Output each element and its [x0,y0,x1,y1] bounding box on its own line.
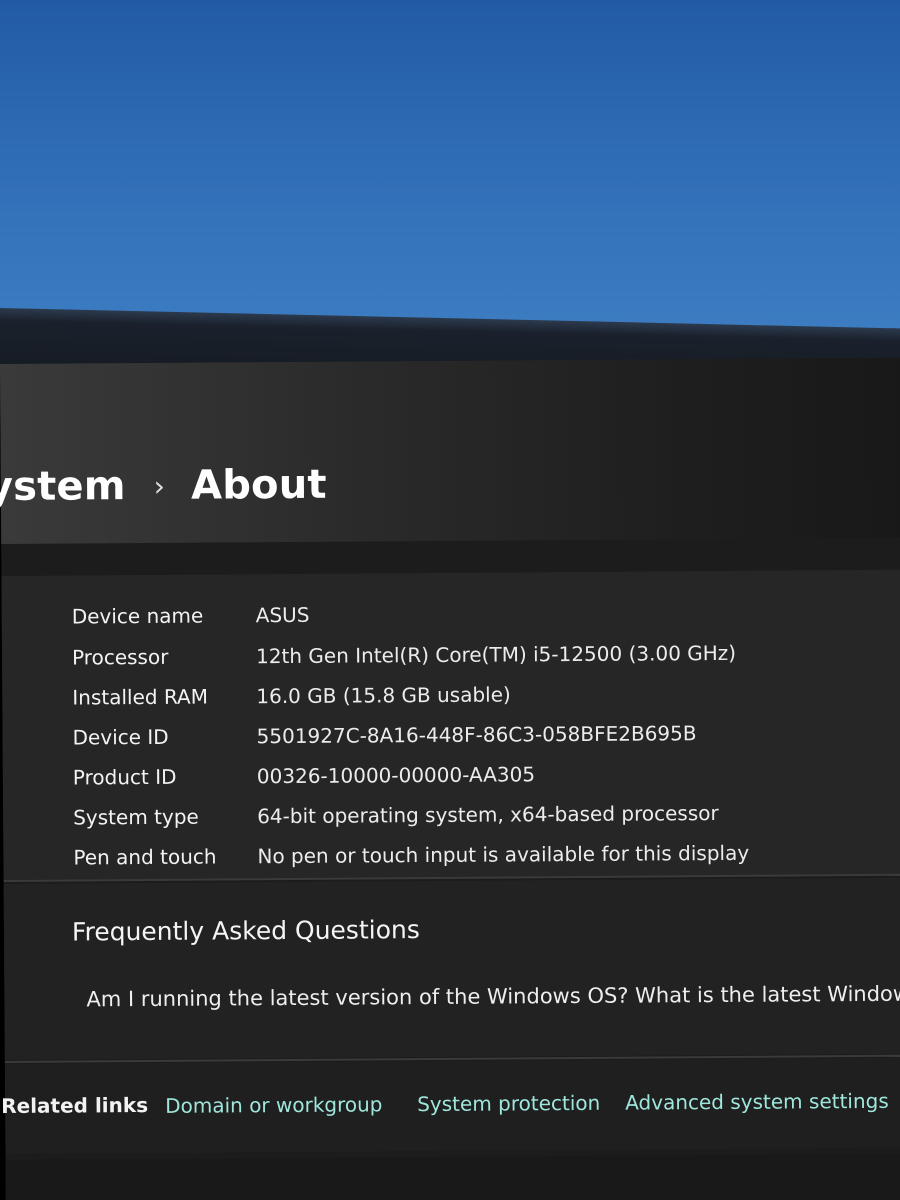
faq-question-link[interactable]: Am I running the latest version of the W… [86,982,900,1012]
spec-value: 16.0 GB (15.8 GB usable) [256,682,511,709]
spec-value: 12th Gen Intel(R) Core(TM) i5-12500 (3.0… [255,640,737,669]
screen-glare [0,357,900,544]
chevron-right-icon: › [153,469,166,503]
breadcrumb-system[interactable]: ystem [0,463,126,510]
advanced-system-settings-link[interactable]: Advanced system settings [625,1089,889,1115]
spec-row-product-id: Product ID 00326-10000-00000-AA305 [3,753,900,797]
spec-label: Installed RAM [72,684,209,710]
spec-row-processor: Processor 12th Gen Intel(R) Core(TM) i5-… [2,633,900,677]
sky-background [0,0,900,340]
breadcrumb: ystem › About [0,462,327,510]
spec-label: System type [73,804,199,830]
faq-title: Frequently Asked Questions [71,915,420,947]
spec-row-pen-and-touch: Pen and touch No pen or touch input is a… [3,833,900,877]
spec-label: Pen and touch [73,844,217,870]
related-links-bar: Related links Domain or workgroup System… [1,1057,900,1154]
spec-row-device-name: Device name ASUS [2,592,900,636]
photo-frame: ystem › About Device name ASUS Processor… [0,0,900,1200]
spec-value: 64-bit operating system, x64-based proce… [257,800,719,829]
spec-row-device-id: Device ID 5501927C-8A16-448F-86C3-058BFE… [2,713,900,757]
bottom-strip [5,1153,900,1200]
spec-row-system-type: System type 64-bit operating system, x64… [3,793,900,837]
spec-label: Device ID [72,724,169,750]
device-specifications-panel: Device name ASUS Processor 12th Gen Inte… [1,569,900,880]
spec-value: 00326-10000-00000-AA305 [256,762,536,789]
faq-section: Frequently Asked Questions Am I running … [3,877,900,1060]
page-title: About [190,461,327,509]
spec-label: Product ID [72,764,177,790]
spec-value: 5501927C-8A16-448F-86C3-058BFE2B695B [256,721,697,749]
spec-value: No pen or touch input is available for t… [257,840,750,869]
spec-label: Processor [71,644,169,670]
related-links-label: Related links [1,1092,149,1119]
spec-label: Device name [71,603,204,629]
settings-window: ystem › About Device name ASUS Processor… [0,357,900,1200]
spec-value: ASUS [255,602,310,628]
domain-or-workgroup-link[interactable]: Domain or workgroup [165,1092,382,1118]
system-protection-link[interactable]: System protection [417,1091,600,1116]
spec-row-installed-ram: Installed RAM 16.0 GB (15.8 GB usable) [2,673,900,717]
